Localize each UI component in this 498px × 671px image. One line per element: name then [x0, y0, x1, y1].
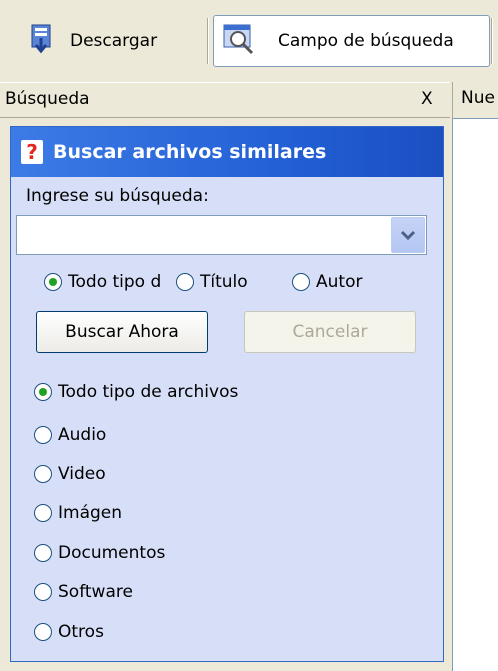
task-header: ? Buscar archivos similares [11, 127, 443, 177]
scope-option-all-label: Todo tipo d [68, 272, 162, 292]
radio-icon [34, 504, 52, 522]
type-option-documents-label: Documentos [58, 543, 166, 563]
close-icon[interactable]: X [421, 89, 433, 109]
radio-icon [34, 544, 52, 562]
type-option-image[interactable]: Imágen [34, 503, 122, 523]
type-option-software[interactable]: Software [34, 582, 133, 602]
radio-selected-icon [34, 383, 52, 401]
toolbar-separator [207, 18, 209, 64]
radio-icon [176, 273, 194, 291]
scope-option-all[interactable]: Todo tipo d [44, 272, 161, 292]
search-panel-header: Búsqueda X [0, 82, 450, 118]
right-tab-label: Nue [461, 88, 495, 108]
search-field-label: Campo de búsqueda [278, 31, 454, 51]
task-header-title: Buscar archivos similares [53, 141, 327, 163]
panel-title: Búsqueda [5, 89, 90, 109]
type-option-video-label: Video [58, 464, 106, 484]
search-now-button[interactable]: Buscar Ahora [36, 311, 208, 353]
download-icon [30, 24, 52, 59]
right-content-area [452, 118, 498, 671]
type-option-video[interactable]: Video [34, 464, 106, 484]
type-option-image-label: Imágen [58, 503, 123, 523]
search-field-icon [222, 22, 256, 61]
type-option-software-label: Software [58, 582, 133, 602]
radio-icon [34, 583, 52, 601]
type-option-other-label: Otros [58, 622, 104, 642]
search-field-button[interactable]: Campo de búsqueda [213, 15, 490, 67]
radio-selected-icon [44, 273, 62, 291]
scope-option-author[interactable]: Autor [292, 272, 362, 292]
right-tab[interactable]: Nue [452, 82, 498, 118]
radio-icon [34, 623, 52, 641]
radio-icon [34, 426, 52, 444]
type-option-other[interactable]: Otros [34, 622, 104, 642]
chevron-down-icon [400, 230, 416, 241]
type-option-audio-label: Audio [58, 425, 107, 445]
scope-option-title[interactable]: Título [176, 272, 248, 292]
scope-option-author-label: Autor [316, 272, 363, 292]
type-option-documents[interactable]: Documentos [34, 543, 165, 563]
help-icon: ? [21, 140, 43, 164]
cancel-button[interactable]: Cancelar [244, 311, 416, 353]
type-option-all[interactable]: Todo tipo de archivos [34, 382, 238, 402]
radio-icon [292, 273, 310, 291]
download-label: Descargar [70, 31, 158, 51]
scope-option-title-label: Título [200, 272, 248, 292]
toolbar: Descargar Campo de búsqueda [0, 0, 498, 82]
toolbar-separator-2 [491, 18, 493, 64]
radio-icon [34, 465, 52, 483]
search-input[interactable] [16, 215, 427, 255]
type-option-all-label: Todo tipo de archivos [58, 382, 239, 402]
type-option-audio[interactable]: Audio [34, 425, 106, 445]
search-prompt-label: Ingrese su búsqueda: [26, 186, 209, 206]
dropdown-button[interactable] [391, 217, 425, 253]
download-button[interactable]: Descargar [30, 15, 206, 67]
